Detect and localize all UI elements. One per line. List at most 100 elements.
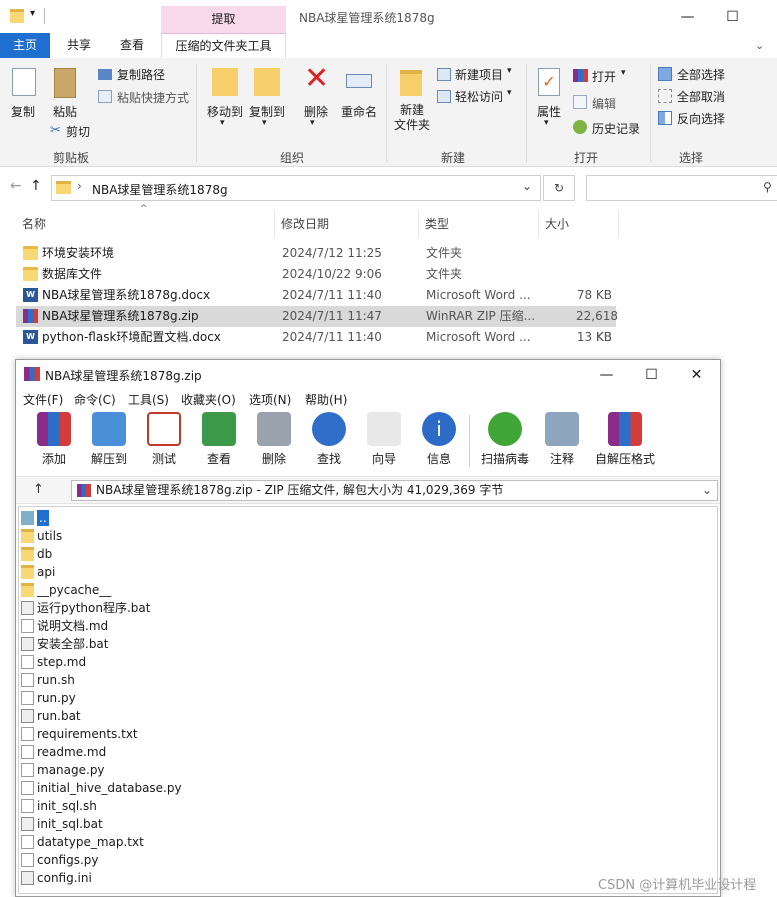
easy-access-button[interactable]: 轻松访问 <box>455 88 503 105</box>
menu-options[interactable]: 选项(N) <box>249 391 291 408</box>
archive-item[interactable]: 运行python程序.bat <box>19 599 319 617</box>
archive-item[interactable]: init_sql.sh <box>19 797 319 815</box>
archive-item[interactable]: step.md <box>19 653 319 671</box>
archive-item[interactable]: db <box>19 545 319 563</box>
archive-item[interactable]: datatype_map.txt <box>19 833 319 851</box>
column-header-type[interactable]: 类型 <box>419 210 539 238</box>
maximize-button[interactable]: ☐ <box>710 4 755 30</box>
address-dropdown-icon[interactable]: ⌄ <box>522 179 532 193</box>
file-row[interactable]: NBA球星管理系统1878g.zip 2024/7/11 11:47 WinRAR … <box>16 306 618 344</box>
tab-compressed-folder-tools[interactable]: 压缩的文件夹工具 <box>161 33 286 58</box>
up-arrow-icon[interactable]: ↑ <box>33 482 44 497</box>
archive-item[interactable]: manage.py <box>19 761 319 779</box>
archive-item-name: step.md <box>37 655 87 669</box>
divider <box>386 64 387 162</box>
breadcrumb-current[interactable]: NBA球星管理系统1878g <box>92 181 228 198</box>
paste-button[interactable]: 粘贴 <box>48 103 82 120</box>
paste-shortcut-button[interactable]: 粘贴快捷方式 <box>117 89 189 106</box>
archive-item[interactable]: readme.md <box>19 743 319 761</box>
menu-tools[interactable]: 工具(S) <box>128 391 169 408</box>
file-row[interactable]: W NBA球星管理系统1878g.docx 2024/7/11 11:40 Micro… <box>16 285 616 306</box>
archive-item[interactable]: init_sql.bat <box>19 815 319 833</box>
context-tab-extract[interactable]: 提取 <box>161 6 286 33</box>
archive-item[interactable]: config.ini <box>19 869 319 887</box>
archive-item-name: run.sh <box>37 673 75 687</box>
edit-button[interactable]: 编辑 <box>592 95 616 112</box>
new-item-button[interactable]: 新建项目 <box>455 66 503 83</box>
file-name: python-flask环境配置文档.docx <box>42 330 221 344</box>
toolbar-comment[interactable]: 注释 <box>537 412 587 467</box>
archive-item[interactable]: __pycache__ <box>19 581 319 599</box>
archive-item[interactable]: initial_hive_database.py <box>19 779 319 797</box>
toolbar-add-label: 添加 <box>41 452 66 466</box>
document-icon <box>21 763 34 777</box>
quick-access-dropdown-icon[interactable]: ▾ <box>30 8 35 19</box>
refresh-button[interactable]: ↻ <box>543 175 575 201</box>
column-header-size[interactable]: 大小 <box>539 210 619 238</box>
toolbar-info[interactable]: i 信息 <box>414 412 464 467</box>
column-header-date[interactable]: 修改日期 <box>275 210 419 238</box>
document-icon <box>21 781 34 795</box>
up-arrow-icon[interactable]: ↑ <box>30 178 42 194</box>
select-none-button[interactable]: 全部取消 <box>677 88 725 105</box>
toolbar-view[interactable]: 查看 <box>194 412 244 467</box>
tab-home[interactable]: 主页 <box>0 33 50 58</box>
toolbar-find[interactable]: 查找 <box>304 412 354 467</box>
toolbar-virus-scan[interactable]: 扫描病毒 <box>478 412 532 467</box>
archive-item[interactable]: run.py <box>19 689 319 707</box>
winrar-close-button[interactable]: ✕ <box>674 363 719 387</box>
archive-item[interactable]: configs.py <box>19 851 319 869</box>
copy-path-button[interactable]: 复制路径 <box>117 66 165 83</box>
toolbar-sfx[interactable]: 自解压格式 <box>592 412 658 467</box>
archive-item[interactable]: .. <box>19 509 319 527</box>
archive-item[interactable]: api <box>19 563 319 581</box>
winrar-maximize-button[interactable]: ☐ <box>629 363 674 387</box>
archive-item[interactable]: requirements.txt <box>19 725 319 743</box>
chevron-down-icon: ▾ <box>262 118 267 128</box>
invert-selection-button[interactable]: 反向选择 <box>677 110 725 127</box>
rename-button[interactable]: 重命名 <box>338 103 380 120</box>
archive-item[interactable]: 安装全部.bat <box>19 635 319 653</box>
document-icon <box>21 853 34 867</box>
toolbar-extract-to-label: 解压到 <box>90 452 127 466</box>
toolbar-wizard[interactable]: 向导 <box>359 412 409 467</box>
archive-item-name: __pycache__ <box>37 583 112 597</box>
toolbar-info-label: 信息 <box>426 452 451 466</box>
toolbar-delete[interactable]: 删除 <box>249 412 299 467</box>
collapse-ribbon-icon[interactable]: ⌄ <box>755 39 764 52</box>
file-row[interactable]: 数据库文件 2024/10/22 9:06 文件夹 <box>16 264 616 285</box>
search-input[interactable]: ⚲ <box>586 175 777 201</box>
properties-button[interactable]: 属性 <box>533 103 565 120</box>
menu-favorites[interactable]: 收藏夹(O) <box>181 391 236 408</box>
toolbar-add[interactable]: 添加 <box>29 412 79 467</box>
archive-item[interactable]: run.sh <box>19 671 319 689</box>
tab-share[interactable]: 共享 <box>56 33 102 58</box>
menu-commands[interactable]: 命令(C) <box>74 391 116 408</box>
archive-item[interactable]: 说明文档.md <box>19 617 319 635</box>
address-box[interactable]: › NBA球星管理系统1878g ⌄ <box>51 175 541 201</box>
new-folder-button[interactable]: 新建 文件夹 <box>391 103 433 133</box>
history-button[interactable]: 历史记录 <box>592 120 640 137</box>
path-dropdown-icon[interactable]: ⌄ <box>702 481 712 500</box>
file-row[interactable]: 环境安装环境 2024/7/12 11:25 文件夹 <box>16 243 616 264</box>
archive-item[interactable]: run.bat <box>19 707 319 725</box>
column-header-name[interactable]: 名称 <box>16 210 275 238</box>
minimize-button[interactable]: — <box>665 4 710 30</box>
archive-item[interactable]: utils <box>19 527 319 545</box>
menu-file[interactable]: 文件(F) <box>23 391 63 408</box>
delete-button[interactable]: 删除 <box>300 103 332 120</box>
menu-help[interactable]: 帮助(H) <box>305 391 347 408</box>
copy-to-button[interactable]: 复制到 <box>246 103 288 120</box>
back-arrow-icon[interactable]: ← <box>10 178 22 194</box>
select-all-button[interactable]: 全部选择 <box>677 66 725 83</box>
open-button[interactable]: 打开 <box>592 68 616 85</box>
move-to-button[interactable]: 移动到 <box>204 103 246 120</box>
cut-button[interactable]: 剪切 <box>66 123 90 140</box>
tab-view[interactable]: 查看 <box>108 33 156 58</box>
toolbar-extract-to[interactable]: 解压到 <box>84 412 134 467</box>
toolbar-test[interactable]: 测试 <box>139 412 189 467</box>
copy-button[interactable]: 复制 <box>6 103 40 120</box>
winrar-path-box[interactable]: NBA球星管理系统1878g.zip - ZIP 压缩文件, 解包大小为 41,… <box>71 480 718 501</box>
file-row[interactable]: Wpython-flask环境配置文档.docx 2024/7/11 11:40 M… <box>16 327 616 348</box>
winrar-minimize-button[interactable]: — <box>584 363 629 387</box>
